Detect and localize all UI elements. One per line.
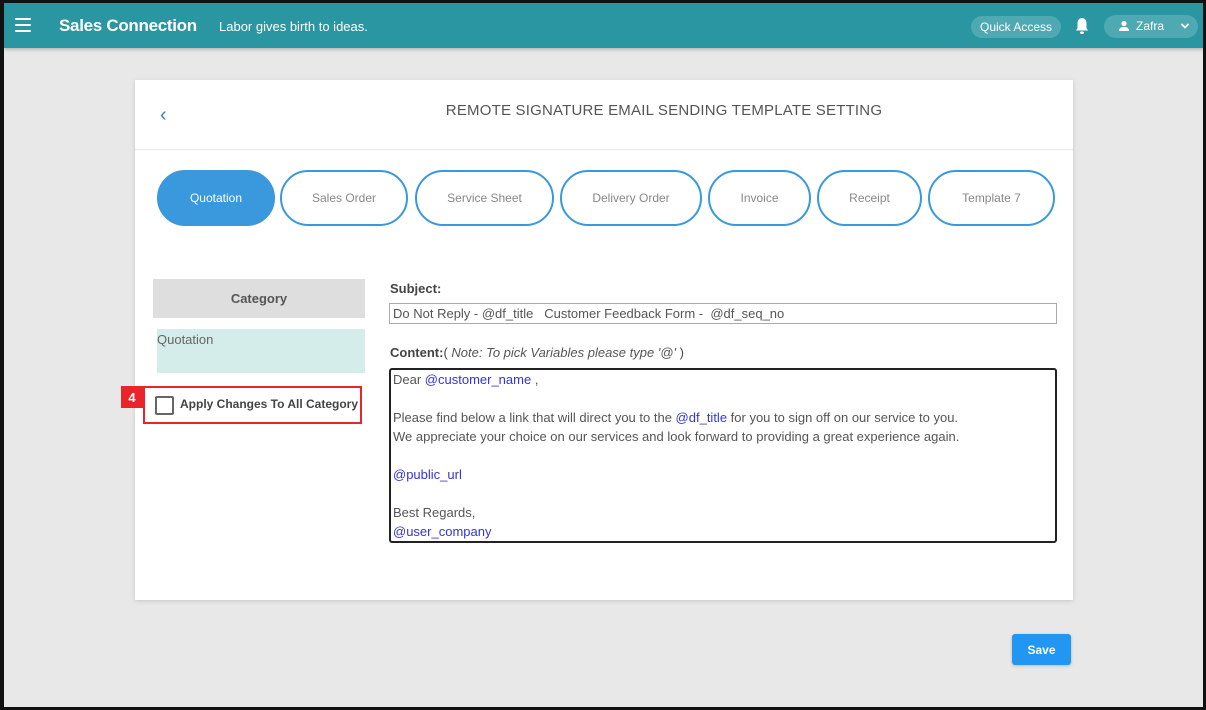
template-settings-card: ‹ REMOTE SIGNATURE EMAIL SENDING TEMPLAT… [121,80,1073,600]
tab-template-7[interactable]: Template 7 [928,170,1055,226]
line1-start: Please find below a link that will direc… [393,410,676,425]
tab-quotation[interactable]: Quotation [157,170,275,226]
user-icon [1119,20,1129,31]
card-header: ‹ REMOTE SIGNATURE EMAIL SENDING TEMPLAT… [135,80,1073,150]
variable-user-company: @user_company [393,524,492,539]
annotation-badge: 4 [121,386,143,408]
variable-df-title: @df_title [675,410,728,425]
line1-end: for you to sign off on our service to yo… [727,410,959,425]
top-bar: Sales Connection Labor gives birth to id… [4,3,1203,48]
apply-all-checkbox[interactable] [155,396,174,415]
content-line-1: Please find below a link that will direc… [393,408,1053,427]
apply-all-highlight: 4 Apply Changes To All Category [121,386,362,424]
tab-sales-order[interactable]: Sales Order [280,170,408,226]
greeting-text: Dear [393,372,425,387]
app-frame: Sales Connection Labor gives birth to id… [0,0,1206,710]
chevron-down-icon [1180,23,1190,29]
app-brand[interactable]: Sales Connection [59,16,197,36]
user-name: Zafra [1136,19,1165,33]
page-title: REMOTE SIGNATURE EMAIL SENDING TEMPLATE … [445,102,883,119]
content-note-close: ) [675,345,684,360]
content-line-2: We appreciate your choice on our service… [393,429,960,444]
tab-service-sheet[interactable]: Service Sheet [415,170,554,226]
subject-label: Subject: [390,281,442,296]
variable-customer-name: @customer_name [424,372,532,387]
tab-delivery-order[interactable]: Delivery Order [560,170,702,226]
subject-input[interactable] [389,303,1057,324]
app-motto: Labor gives birth to ideas. [219,19,368,34]
quick-access-button[interactable]: Quick Access [971,16,1062,38]
category-header: Category [153,279,365,318]
content-line-greeting: Dear @customer_name , [393,370,1053,389]
content-editor[interactable]: Dear @customer_name , Please find below … [389,368,1057,543]
save-button[interactable]: Save [1012,634,1071,665]
category-item-quotation[interactable]: Quotation [157,329,365,373]
content-label: Content:( Note: To pick Variables please… [390,345,684,360]
bell-icon[interactable] [1075,17,1089,35]
tab-invoice[interactable]: Invoice [708,170,811,226]
content-label-text: Content: [390,345,444,360]
content-note: Note: To pick Variables please type '@' [451,345,676,360]
greeting-end: , [531,372,539,387]
hamburger-menu-icon[interactable] [15,18,31,32]
user-menu-button[interactable]: Zafra [1104,15,1198,38]
apply-all-label[interactable]: Apply Changes To All Category [180,397,358,411]
content-closing: Best Regards, [393,505,476,520]
variable-public-url: @public_url [393,467,462,482]
tab-receipt[interactable]: Receipt [817,170,922,226]
